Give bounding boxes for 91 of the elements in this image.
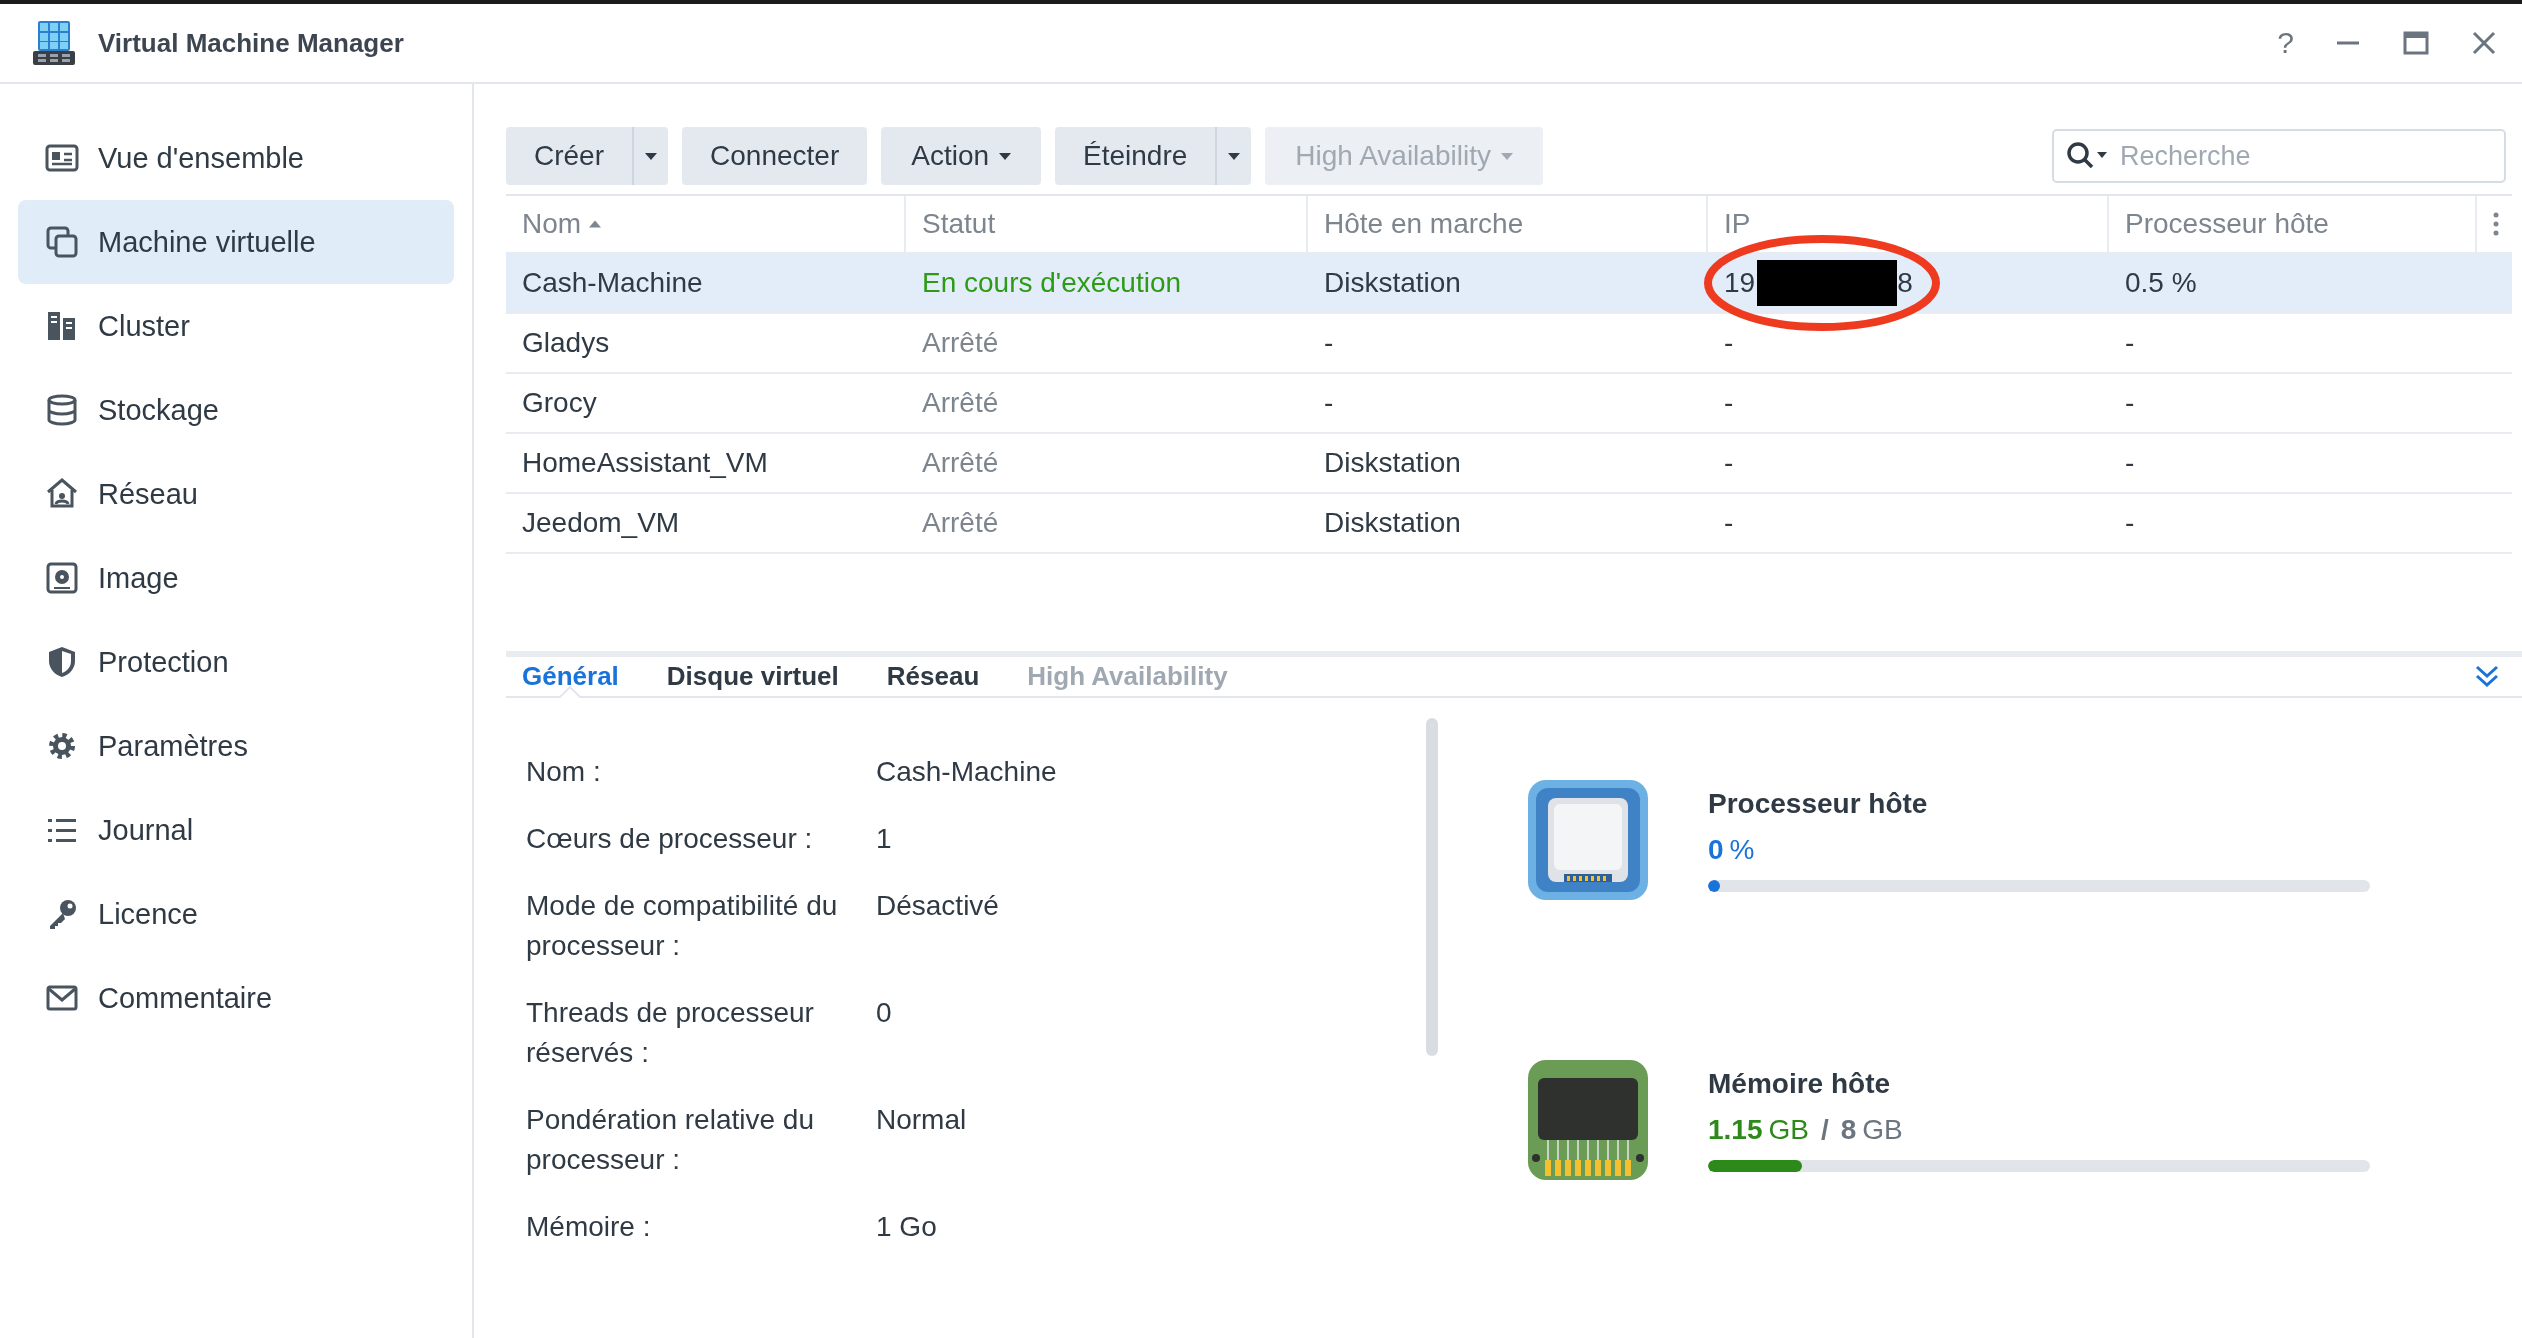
table-row[interactable]: Jeedom_VM Arrêté Diskstation - - <box>506 494 2512 554</box>
table-cell-text: Diskstation <box>1323 507 1462 539</box>
table-cell-text: HomeAssistant_VM <box>521 447 769 479</box>
status-cell-text: Arrêté <box>921 447 1000 479</box>
meter-title: Processeur hôte <box>1708 788 1929 820</box>
caret-icon <box>1500 152 1513 160</box>
help-button[interactable]: ? <box>2277 26 2294 60</box>
search-field[interactable]: Recherche <box>2052 129 2506 183</box>
sidebar-item[interactable]: Image <box>18 536 454 620</box>
tab[interactable]: Général <box>522 656 619 696</box>
caret-icon[interactable] <box>1228 152 1241 160</box>
app-icon <box>30 19 78 67</box>
sidebar-item[interactable]: Machine virtuelle <box>18 200 454 284</box>
table-cell-text: 0.5 % <box>2124 267 2198 299</box>
table-cell: - <box>1724 447 1734 479</box>
table-cell: 19 <box>1724 267 1756 299</box>
column-header[interactable]: Hôte en marche <box>1324 208 1524 240</box>
table-cell-text: - <box>2124 327 2136 359</box>
table-row[interactable]: HomeAssistant_VM Arrêté Diskstation - - <box>506 434 2512 494</box>
usage-unit: GB <box>1768 1114 1809 1146</box>
window-title: Virtual Machine Manager <box>98 27 405 59</box>
split-button[interactable]: Éteindre <box>1055 127 1252 185</box>
tab[interactable]: Disque virtuel <box>666 656 839 696</box>
table-cell-text: - <box>1323 327 1335 359</box>
total-unit: GB <box>1862 1114 1903 1146</box>
maximize-button[interactable] <box>2402 29 2430 57</box>
table-cell: 8 <box>1897 267 1913 299</box>
status-cell-text: Arrêté <box>921 387 1000 419</box>
table-cell-text: Diskstation <box>1323 267 1462 299</box>
meter-title: Mémoire hôte <box>1708 1068 1892 1100</box>
sidebar-item[interactable]: Vue d'ensemble <box>18 116 454 200</box>
field-value: Cash-Machine <box>876 755 1058 789</box>
table-cell-text: Grocy <box>521 387 598 419</box>
copy-icon <box>44 224 80 260</box>
connect-button[interactable]: Connecter <box>682 127 868 185</box>
table-cell-text: Cash-Machine <box>521 267 704 299</box>
column-header[interactable]: Processeur hôte <box>2125 208 2329 240</box>
column-menu-icon[interactable] <box>2493 212 2499 236</box>
field-label: Pondération relative du processeur : <box>526 1103 815 1177</box>
table-cell: - <box>1724 387 1734 419</box>
sidebar-item[interactable]: Réseau <box>18 452 454 536</box>
status-cell-text: Arrêté <box>921 327 1000 359</box>
usage-value: 1.15 <box>1708 1114 1763 1146</box>
table-cell-text: - <box>2124 507 2136 539</box>
separator-text: / <box>1820 1114 1829 1146</box>
sidebar-item[interactable]: Stockage <box>18 368 454 452</box>
cpu-chip-icon <box>1526 778 1650 902</box>
sidebar-item[interactable]: Journal <box>18 788 454 872</box>
status-cell-text: Arrêté <box>921 507 1000 539</box>
scrollbar[interactable] <box>1426 718 1438 1056</box>
table-row[interactable]: Grocy Arrêté - - - <box>506 374 2512 434</box>
table-cell-text: Diskstation <box>1323 447 1462 479</box>
search-icon[interactable] <box>2066 141 2110 171</box>
split-button[interactable]: Créer <box>506 127 668 185</box>
usage-unit: % <box>1729 834 1755 866</box>
table-cell-text: - <box>2124 387 2136 419</box>
column-header[interactable]: Nom <box>522 208 602 240</box>
field-label: Mode de compatibilité du processeur : <box>526 889 839 963</box>
table-cell-text: - <box>1323 387 1335 419</box>
table-row[interactable]: Cash-Machine En cours d'exécution Diskstation 19 8 0.5 % <box>506 254 2512 314</box>
total-value: 8 <box>1840 1114 1857 1146</box>
memory-chip-icon <box>1526 1058 1650 1182</box>
table-cell-text: Jeedom_VM <box>521 507 681 539</box>
sidebar-item[interactable]: Paramètres <box>18 704 454 788</box>
field-value: 1 <box>876 822 893 856</box>
table-cell: - <box>1724 327 1734 359</box>
close-button[interactable] <box>2470 29 2498 57</box>
field-value: Normal <box>876 1103 968 1137</box>
field-label: Nom : <box>526 755 602 789</box>
sidebar-item[interactable]: Cluster <box>18 284 454 368</box>
field-label: Mémoire : <box>526 1210 652 1244</box>
table-cell-text: - <box>2124 447 2136 479</box>
field-value: 0 <box>876 996 893 1030</box>
field-value: 1 Go <box>876 1210 938 1244</box>
field-label: Threads de processeur réservés : <box>526 996 815 1070</box>
table-cell-text: Gladys <box>521 327 611 359</box>
field-value: Désactivé <box>876 889 1000 923</box>
status-cell-text: En cours d'exécution <box>921 267 1183 299</box>
sidebar-item[interactable]: Commentaire <box>18 956 454 1040</box>
usage-value: 0 <box>1708 834 1724 866</box>
table-cell: - <box>1724 507 1734 539</box>
menu-button[interactable]: Action <box>881 127 1042 185</box>
sidebar-item[interactable]: Licence <box>18 872 454 956</box>
column-header[interactable]: IP <box>1724 208 1751 240</box>
tab[interactable]: Réseau <box>886 656 980 696</box>
table-row[interactable]: Gladys Arrêté - - - <box>506 314 2512 374</box>
caret-icon[interactable] <box>645 152 657 160</box>
field-label: Cœurs de processeur : <box>526 822 814 856</box>
sidebar-item[interactable]: Protection <box>18 620 454 704</box>
caret-icon <box>999 152 1012 160</box>
column-header[interactable]: Statut <box>922 208 996 240</box>
